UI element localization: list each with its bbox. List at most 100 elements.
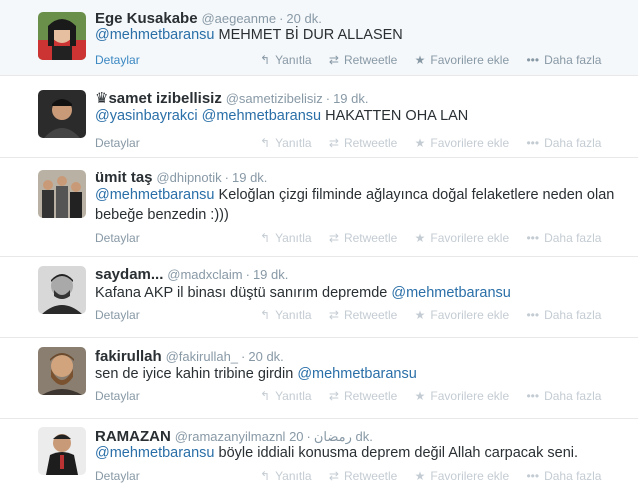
reply-button[interactable]: ↰ Yanıtla bbox=[260, 308, 312, 322]
tweet-item[interactable]: ♛samet izibellisiz @sametizibelisiz · 19 d… bbox=[0, 76, 638, 158]
retweet-button[interactable]: ⇄ Retweetle bbox=[329, 231, 397, 245]
tweet-item[interactable]: RAMAZAN @ramazanyilmaznl رمضان·20 dk. @m… bbox=[0, 419, 638, 497]
more-button[interactable]: ••• Daha fazla bbox=[526, 231, 601, 245]
reply-button[interactable]: ↰ Yanıtla bbox=[260, 53, 312, 67]
retweet-button[interactable]: ⇄ Retweetle bbox=[329, 469, 397, 483]
tweet-screenname[interactable]: @madxclaim bbox=[167, 267, 242, 282]
mention-link[interactable]: @mehmetbaransu bbox=[391, 285, 511, 301]
retweet-icon: ⇄ bbox=[328, 231, 339, 245]
more-dots-icon: ••• bbox=[526, 308, 540, 322]
retweet-button[interactable]: ⇄ Retweetle bbox=[329, 308, 397, 322]
reply-button[interactable]: ↰ Yanıtla bbox=[260, 469, 312, 483]
favorite-button[interactable]: ★ Favorilere ekle bbox=[415, 308, 509, 322]
tweet-screenname[interactable]: @fakirullah_ bbox=[166, 349, 238, 364]
retweet-label: Retweetle bbox=[343, 389, 398, 403]
tweet-time[interactable]: 20 dk. bbox=[248, 349, 283, 364]
tweet-actions: ↰ Yanıtla ⇄ Retweetle ★ Favorilere ekle •••… bbox=[260, 308, 615, 322]
more-dots-icon: ••• bbox=[526, 469, 540, 483]
avatar[interactable] bbox=[38, 427, 86, 475]
tweet-time[interactable]: 19 dk. bbox=[253, 267, 288, 282]
more-button[interactable]: ••• Daha fazla bbox=[526, 136, 601, 150]
mention-link[interactable]: @mehmetbaransu bbox=[95, 445, 215, 461]
reply-icon: ↰ bbox=[260, 53, 271, 67]
star-icon: ★ bbox=[414, 389, 426, 403]
details-link[interactable]: Detaylar bbox=[95, 389, 140, 403]
separator-dot: · bbox=[279, 11, 284, 26]
mention-link[interactable]: @mehmetbaransu bbox=[202, 108, 322, 124]
retweet-icon: ⇄ bbox=[328, 136, 339, 150]
favorite-button[interactable]: ★ Favorilere ekle bbox=[415, 136, 509, 150]
favorite-label: Favorilere ekle bbox=[430, 231, 510, 245]
retweet-button[interactable]: ⇄ Retweetle bbox=[329, 53, 397, 67]
reply-button[interactable]: ↰ Yanıtla bbox=[260, 231, 312, 245]
avatar[interactable] bbox=[38, 266, 86, 314]
tweet-time[interactable]: 20 dk. bbox=[286, 11, 321, 26]
tweet-item[interactable]: Ege Kusakabe @aegeanme · 20 dk. @mehmetbar… bbox=[0, 0, 638, 76]
retweet-button[interactable]: ⇄ Retweetle bbox=[329, 136, 397, 150]
tweet-fullname[interactable]: samet izibellisiz bbox=[108, 90, 221, 107]
avatar[interactable] bbox=[38, 347, 86, 395]
tweet-time[interactable]: 19 dk. bbox=[232, 170, 267, 185]
mention-link[interactable]: @mehmetbaransu bbox=[95, 187, 215, 203]
favorite-button[interactable]: ★ Favorilere ekle bbox=[415, 389, 509, 403]
tweet-text-segment: böyle iddiali konusma deprem değil Allah… bbox=[214, 445, 579, 461]
details-link[interactable]: Detaylar bbox=[95, 53, 140, 67]
tweet-time[interactable]: 19 dk. bbox=[333, 91, 368, 106]
reply-button[interactable]: ↰ Yanıtla bbox=[260, 136, 312, 150]
tweet-footer: Detaylar ↰ Yanıtla ⇄ Retweetle ★ Favorilere… bbox=[95, 469, 628, 485]
retweet-icon: ⇄ bbox=[328, 53, 339, 67]
star-icon: ★ bbox=[414, 308, 426, 322]
tweet-fullname[interactable]: fakirullah bbox=[95, 348, 162, 365]
tweet-screenname[interactable]: @dhipnotik bbox=[156, 170, 221, 185]
tweet-fullname[interactable]: saydam... bbox=[95, 266, 163, 283]
reply-button[interactable]: ↰ Yanıtla bbox=[260, 389, 312, 403]
tweet-screenname[interactable]: @aegeanme bbox=[201, 11, 276, 26]
more-button[interactable]: ••• Daha fazla bbox=[526, 308, 601, 322]
more-label: Daha fazla bbox=[544, 231, 602, 245]
tweet-text-segment: sen de iyice kahin tribine girdin bbox=[95, 366, 298, 382]
reply-icon: ↰ bbox=[260, 231, 271, 245]
reply-label: Yanıtla bbox=[275, 53, 312, 67]
more-label: Daha fazla bbox=[544, 136, 602, 150]
avatar[interactable] bbox=[38, 12, 86, 60]
tweet-screenname[interactable]: @sametizibelisiz bbox=[226, 91, 323, 106]
more-label: Daha fazla bbox=[544, 469, 602, 483]
tweet-fullname[interactable]: ümit taş bbox=[95, 169, 153, 186]
tweet-footer: Detaylar ↰ Yanıtla ⇄ Retweetle ★ Favorilere… bbox=[95, 53, 628, 69]
more-button[interactable]: ••• Daha fazla bbox=[526, 389, 601, 403]
avatar[interactable] bbox=[38, 170, 86, 218]
details-link[interactable]: Detaylar bbox=[95, 469, 140, 483]
more-button[interactable]: ••• Daha fazla bbox=[526, 53, 601, 67]
star-icon: ★ bbox=[414, 136, 426, 150]
reply-label: Yanıtla bbox=[275, 231, 312, 245]
reply-label: Yanıtla bbox=[275, 136, 312, 150]
favorite-button[interactable]: ★ Favorilere ekle bbox=[415, 231, 509, 245]
tweet-actions: ↰ Yanıtla ⇄ Retweetle ★ Favorilere ekle •••… bbox=[260, 231, 615, 245]
tweet-actions: ↰ Yanıtla ⇄ Retweetle ★ Favorilere ekle •••… bbox=[260, 53, 615, 67]
favorite-label: Favorilere ekle bbox=[430, 308, 510, 322]
retweet-icon: ⇄ bbox=[328, 308, 339, 322]
more-button[interactable]: ••• Daha fazla bbox=[526, 469, 601, 483]
favorite-label: Favorilere ekle bbox=[430, 469, 510, 483]
avatar[interactable] bbox=[38, 90, 86, 138]
tweet-item[interactable]: ümit taş @dhipnotik · 19 dk. @mehmetbarans… bbox=[0, 158, 638, 257]
retweet-label: Retweetle bbox=[343, 231, 398, 245]
tweet-text: @mehmetbaransu böyle iddiali konusma dep… bbox=[95, 443, 615, 463]
favorite-button[interactable]: ★ Favorilere ekle bbox=[415, 469, 509, 483]
tweet-actions: ↰ Yanıtla ⇄ Retweetle ★ Favorilere ekle •••… bbox=[260, 469, 615, 483]
mention-link[interactable]: @mehmetbaransu bbox=[297, 366, 417, 382]
mention-link[interactable]: @mehmetbaransu bbox=[95, 27, 215, 43]
details-link[interactable]: Detaylar bbox=[95, 308, 140, 322]
tweet-text: sen de iyice kahin tribine girdin @mehme… bbox=[95, 364, 615, 384]
favorite-button[interactable]: ★ Favorilere ekle bbox=[415, 53, 509, 67]
mention-link[interactable]: @yasinbayrakci bbox=[95, 108, 198, 124]
details-link[interactable]: Detaylar bbox=[95, 231, 140, 245]
retweet-button[interactable]: ⇄ Retweetle bbox=[329, 389, 397, 403]
tweet-screenname[interactable]: @ramazanyilmaznl رمضان bbox=[175, 429, 352, 444]
favorite-label: Favorilere ekle bbox=[430, 136, 510, 150]
tweet-item[interactable]: fakirullah @fakirullah_ · 20 dk. sen de iy… bbox=[0, 338, 638, 419]
tweet-item[interactable]: saydam... @madxclaim · 19 dk. Kafana AKP i… bbox=[0, 257, 638, 338]
reply-icon: ↰ bbox=[260, 469, 271, 483]
crown-icon: ♛ bbox=[95, 90, 109, 107]
details-link[interactable]: Detaylar bbox=[95, 136, 140, 150]
